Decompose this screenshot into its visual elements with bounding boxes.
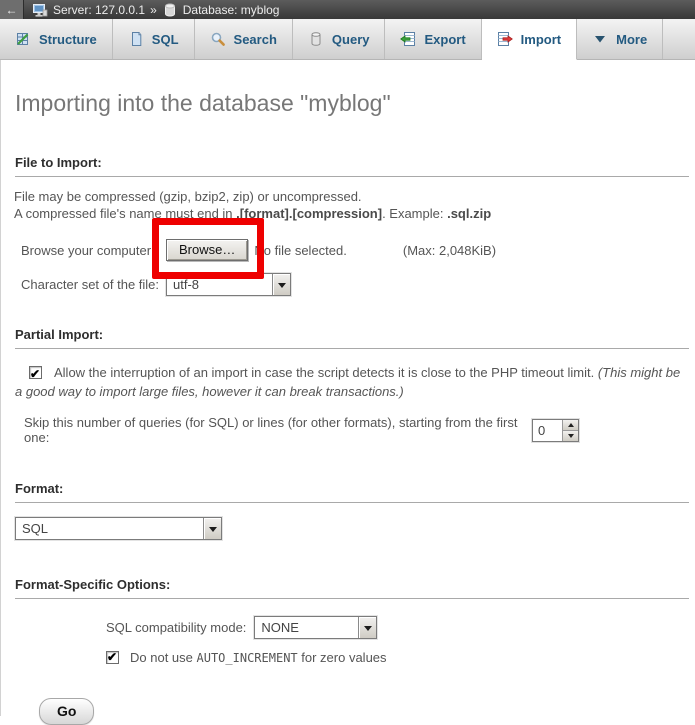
tab-label: Structure: [39, 32, 97, 47]
tab-label: Export: [424, 32, 465, 47]
import-page: Importing into the database "myblog" Fil…: [0, 60, 695, 716]
tab-label: Query: [332, 32, 370, 47]
sql-icon: [128, 31, 144, 47]
browse-label: Browse your computer:: [21, 243, 166, 258]
structure-icon: [15, 31, 31, 47]
max-upload-size: (Max: 2,048KiB): [403, 243, 496, 258]
section-heading-partial-import: Partial Import:: [15, 327, 689, 349]
tab-structure[interactable]: Structure: [0, 19, 113, 59]
breadcrumb-bar: ← Server: 127.0.0.1 » Database: myblog: [0, 0, 695, 19]
auto-increment-option: Do not use AUTO_INCREMENT for zero value…: [106, 650, 695, 665]
charset-selected-value: utf-8: [167, 274, 272, 295]
breadcrumb-database-link[interactable]: Database: myblog: [183, 3, 280, 17]
section-heading-format-options: Format-Specific Options:: [15, 577, 689, 599]
format-select[interactable]: SQL: [15, 517, 222, 540]
tab-sql[interactable]: SQL: [113, 19, 195, 59]
database-icon: [162, 2, 178, 18]
allow-interrupt-text: Allow the interruption of an import in c…: [54, 365, 598, 380]
sql-compatibility-row: SQL compatibility mode: NONE: [106, 616, 695, 639]
sql-compatibility-value: NONE: [255, 617, 358, 638]
tab-label: SQL: [152, 32, 179, 47]
section-heading-format: Format:: [15, 481, 689, 503]
export-icon: [400, 31, 416, 47]
tab-export[interactable]: Export: [385, 19, 481, 59]
auto-increment-keyword: AUTO_INCREMENT: [197, 651, 298, 665]
tab-label: Import: [521, 32, 561, 47]
skip-queries-input[interactable]: 0: [532, 419, 579, 442]
example-extension: .sql.zip: [447, 206, 491, 221]
compression-info-line2: A compressed file's name must end in .[f…: [14, 205, 695, 222]
sql-compatibility-select[interactable]: NONE: [254, 616, 377, 639]
spinner: [562, 420, 578, 441]
tab-search[interactable]: Search: [195, 19, 293, 59]
server-icon: [32, 2, 48, 18]
allow-interrupt-option: Allow the interruption of an import in c…: [15, 363, 691, 401]
back-button[interactable]: ←: [0, 0, 24, 19]
browse-button[interactable]: Browse…: [166, 239, 248, 261]
skip-queries-row: Skip this number of queries (for SQL) or…: [24, 415, 695, 445]
no-file-selected-text: No file selected.: [254, 243, 347, 258]
import-icon: [497, 31, 513, 47]
allow-interrupt-checkbox[interactable]: [29, 366, 42, 379]
format-row: SQL: [15, 517, 695, 540]
tab-label: Search: [234, 32, 277, 47]
tab-more[interactable]: More: [577, 19, 663, 59]
tab-import[interactable]: Import: [482, 19, 577, 60]
charset-row: Character set of the file: utf-8: [21, 273, 695, 296]
skip-queries-label: Skip this number of queries (for SQL) or…: [24, 415, 532, 445]
go-button[interactable]: Go: [39, 698, 94, 725]
auto-increment-text: Do not use AUTO_INCREMENT for zero value…: [130, 650, 387, 665]
auto-increment-checkbox[interactable]: [106, 651, 119, 664]
chevron-down-icon[interactable]: [272, 274, 290, 295]
format-selected-value: SQL: [16, 518, 203, 539]
tab-label: More: [616, 32, 647, 47]
file-upload-row: Browse your computer: Browse… No file se…: [21, 239, 695, 261]
skip-queries-value: 0: [533, 420, 562, 441]
compression-info-line1: File may be compressed (gzip, bzip2, zip…: [14, 188, 695, 205]
format-pattern: .[format].[compression]: [236, 206, 382, 221]
query-icon: [308, 31, 324, 47]
charset-select[interactable]: utf-8: [166, 273, 291, 296]
back-arrow-icon: ←: [6, 3, 18, 17]
section-heading-file-to-import: File to Import:: [15, 155, 689, 177]
page-title: Importing into the database "myblog": [9, 60, 695, 117]
charset-label: Character set of the file:: [21, 277, 166, 292]
tab-query[interactable]: Query: [293, 19, 386, 59]
spinner-up-icon[interactable]: [563, 420, 578, 431]
breadcrumb: Server: 127.0.0.1 » Database: myblog: [32, 2, 279, 18]
tab-bar: Structure SQL Search Query Export: [0, 19, 695, 60]
breadcrumb-separator: »: [150, 3, 157, 17]
breadcrumb-server-link[interactable]: Server: 127.0.0.1: [53, 3, 145, 17]
chevron-down-icon[interactable]: [203, 518, 221, 539]
chevron-down-icon: [592, 31, 608, 47]
sql-compatibility-label: SQL compatibility mode:: [106, 620, 246, 635]
chevron-down-icon[interactable]: [358, 617, 376, 638]
spinner-down-icon[interactable]: [563, 431, 578, 441]
search-icon: [210, 31, 226, 47]
